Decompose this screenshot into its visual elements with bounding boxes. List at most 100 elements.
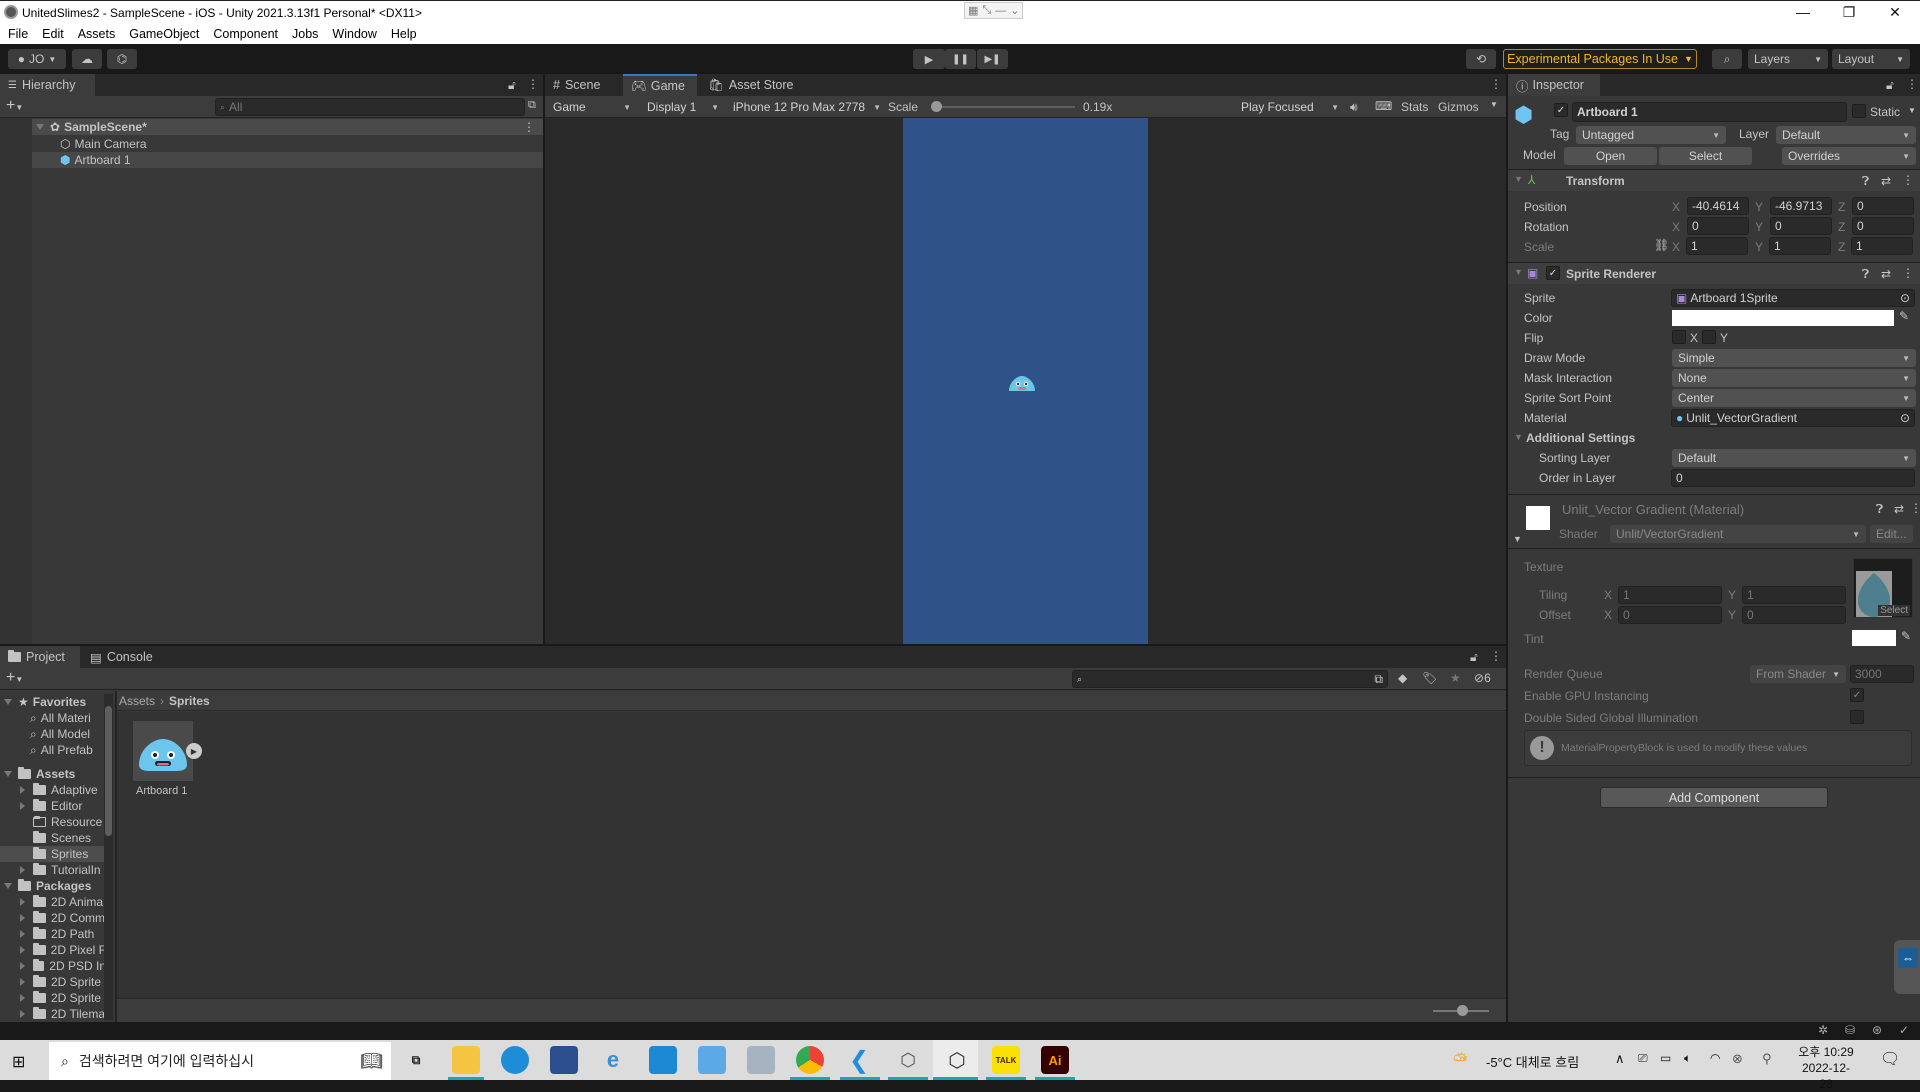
tab-hierarchy[interactable]: ☰ Hierarchy bbox=[0, 74, 95, 96]
material-object-field[interactable]: ● Unlit_VectorGradient ⊙ bbox=[1671, 409, 1915, 427]
favorite-item[interactable]: ⌕ All Materi bbox=[0, 710, 106, 726]
mask-interaction-dropdown[interactable]: None ▼ bbox=[1672, 369, 1916, 387]
sprite-renderer-header[interactable]: ▼ ▣ ✓ Sprite Renderer ❓︎ ⇄ ⋮ bbox=[1508, 262, 1920, 284]
view-mode-dropdown[interactable]: Game ▼ bbox=[547, 98, 637, 116]
static-dropdown-icon[interactable]: ▼ bbox=[1908, 106, 1916, 115]
open-model-button[interactable]: Open bbox=[1564, 147, 1657, 165]
network-error-icon[interactable]: ⊗ bbox=[1732, 1051, 1743, 1067]
menu-help[interactable]: Help bbox=[383, 24, 423, 41]
mail-icon[interactable] bbox=[649, 1046, 677, 1074]
select-model-button[interactable]: Select bbox=[1659, 147, 1752, 165]
lock-icon[interactable]: 🔓︎ bbox=[508, 78, 516, 93]
tab-project[interactable]: Project bbox=[0, 646, 80, 668]
render-queue-dropdown[interactable]: From Shader ▼ bbox=[1750, 665, 1846, 683]
eyedropper-icon[interactable]: ✎ bbox=[1899, 309, 1909, 323]
eyedropper-icon[interactable]: ✎ bbox=[1901, 629, 1911, 643]
offset-y-field[interactable]: 0 bbox=[1742, 606, 1846, 624]
render-queue-field[interactable]: 3000 bbox=[1850, 665, 1914, 683]
favorite-item[interactable]: ⌕ All Model bbox=[0, 726, 106, 742]
sprite-object-field[interactable]: ▣ Artboard 1Sprite ⊙ bbox=[1671, 289, 1915, 307]
package-item[interactable]: 2D Tilema bbox=[0, 1006, 106, 1022]
static-checkbox[interactable] bbox=[1852, 104, 1866, 118]
folder-item[interactable]: Editor bbox=[0, 798, 106, 814]
lock-icon[interactable]: 🔓︎ bbox=[1886, 78, 1894, 93]
filter-by-type-icon[interactable]: ◆ bbox=[1398, 671, 1407, 685]
unity-hub-icon[interactable]: ⬡ bbox=[894, 1046, 922, 1074]
weather-text[interactable]: -5°C 대체로 흐림 bbox=[1486, 1052, 1579, 1071]
hierarchy-scene-row[interactable]: ✿ SampleScene* ⋮ bbox=[32, 119, 543, 135]
tiling-y-field[interactable]: 1 bbox=[1742, 586, 1846, 604]
close-button[interactable]: ✕ bbox=[1872, 1, 1918, 23]
auto-generate-lighting-icon[interactable]: ⊛ bbox=[1872, 1023, 1882, 1037]
collapse-arrow-icon[interactable]: ▼ bbox=[1514, 174, 1523, 184]
play-mode-dropdown[interactable]: Play Focused ▼ bbox=[1235, 98, 1345, 116]
favorite-star-icon[interactable]: ★ bbox=[1450, 671, 1461, 685]
scene-more-icon[interactable]: ⋮ bbox=[523, 120, 535, 134]
unity-editor-icon[interactable]: ⬡ bbox=[943, 1046, 971, 1074]
more-menu-icon[interactable]: ⋮ bbox=[1902, 173, 1914, 187]
scale-slider-track[interactable] bbox=[935, 106, 1075, 108]
layout-dropdown[interactable]: Layout ▼ bbox=[1832, 49, 1910, 69]
color-swatch[interactable] bbox=[1672, 310, 1894, 326]
edge-icon[interactable] bbox=[501, 1046, 529, 1074]
rotation-y-field[interactable]: 0 bbox=[1770, 217, 1832, 235]
collapse-icon[interactable]: ⤡ bbox=[982, 4, 991, 17]
menu-component[interactable]: Component bbox=[205, 24, 284, 41]
package-item[interactable]: 2D Sprite bbox=[0, 974, 106, 990]
gizmos-button[interactable]: Gizmos bbox=[1438, 100, 1479, 114]
create-asset-button[interactable]: +▼ bbox=[6, 669, 23, 687]
project-search-input[interactable]: ⌕ ⧉ bbox=[1072, 670, 1388, 688]
add-object-button[interactable]: +▼ bbox=[6, 97, 23, 115]
transform-header[interactable]: ▼ ⅄ Transform ❓︎ ⇄ ⋮ bbox=[1508, 169, 1920, 191]
menu-file[interactable]: File bbox=[0, 24, 34, 41]
maximize-button[interactable]: ❐ bbox=[1826, 1, 1872, 23]
breadcrumb-sprites[interactable]: Sprites bbox=[169, 694, 210, 708]
flip-y-checkbox[interactable] bbox=[1702, 330, 1716, 344]
additional-settings-foldout[interactable]: Additional Settings bbox=[1526, 431, 1635, 445]
collapse-arrow-icon[interactable]: ▼ bbox=[1514, 267, 1523, 277]
tab-asset-store[interactable]: 🛍︎ Asset Store bbox=[700, 74, 810, 96]
clock[interactable]: 오후 10:29 2022-12-28 bbox=[1796, 1044, 1856, 1092]
tab-game[interactable]: 🎮︎ Game bbox=[623, 74, 697, 96]
wifi-icon[interactable]: ◠ bbox=[1710, 1051, 1720, 1065]
kakaotalk-icon[interactable]: TALK bbox=[992, 1046, 1020, 1074]
help-icon[interactable]: ❓︎ bbox=[1862, 174, 1869, 189]
display-dropdown[interactable]: Display 1 ▼ bbox=[641, 98, 725, 116]
stats-button[interactable]: Stats bbox=[1401, 100, 1428, 114]
file-explorer-icon[interactable] bbox=[452, 1046, 480, 1074]
more-menu-icon[interactable]: ⋮ bbox=[1490, 77, 1502, 91]
package-item[interactable]: 2D Path bbox=[0, 926, 106, 942]
filter-by-label-icon[interactable]: 🏷︎ bbox=[1422, 671, 1437, 685]
scale-y-field[interactable]: 1 bbox=[1769, 237, 1831, 255]
more-menu-icon[interactable]: ⋮ bbox=[1906, 77, 1918, 91]
hierarchy-item-selected[interactable]: ⬢ Artboard 1 bbox=[32, 152, 543, 168]
texture-slot[interactable]: Select bbox=[1853, 558, 1913, 618]
menu-jobs[interactable]: Jobs bbox=[284, 24, 324, 41]
order-in-layer-field[interactable]: 0 bbox=[1671, 469, 1915, 487]
tab-scene[interactable]: # Scene bbox=[545, 74, 623, 96]
minimize-bar-icon[interactable]: — bbox=[995, 5, 1006, 17]
more-menu-icon[interactable]: ⋮ bbox=[1910, 501, 1920, 515]
cache-server-icon[interactable]: ⛁ bbox=[1845, 1023, 1855, 1037]
object-picker-icon[interactable]: ⊙ bbox=[1900, 291, 1910, 305]
experimental-packages-button[interactable]: Experimental Packages In Use ▼ bbox=[1503, 49, 1697, 69]
store-icon[interactable] bbox=[550, 1046, 578, 1074]
chrome-icon[interactable] bbox=[796, 1046, 824, 1074]
volume-icon[interactable]: 🔈︎ bbox=[1684, 1051, 1691, 1066]
more-menu-icon[interactable]: ⋮ bbox=[1490, 649, 1502, 663]
folder-item[interactable]: Scenes bbox=[0, 830, 106, 846]
package-item[interactable]: 2D PSD In bbox=[0, 958, 106, 974]
taskbar-search-box[interactable]: ⌕ 검색하려면 여기에 입력하십시 📖︎ bbox=[49, 1042, 391, 1080]
vscode-icon[interactable]: ❮ bbox=[845, 1046, 873, 1074]
menu-assets[interactable]: Assets bbox=[70, 24, 122, 41]
package-item[interactable]: 2D Sprite bbox=[0, 990, 106, 1006]
favorite-item[interactable]: ⌕ All Prefab bbox=[0, 742, 106, 758]
gpu-instancing-checkbox[interactable]: ✓ bbox=[1850, 688, 1864, 702]
package-item[interactable]: 2D Pixel F bbox=[0, 942, 106, 958]
show-hidden-icons[interactable]: ∧ bbox=[1615, 1051, 1625, 1067]
preset-icon[interactable]: ⇄ bbox=[1881, 174, 1891, 188]
position-y-field[interactable]: -46.9713 bbox=[1770, 197, 1832, 215]
position-x-field[interactable]: -40.4614 bbox=[1687, 197, 1749, 215]
asset-thumb-artboard-1[interactable] bbox=[133, 721, 193, 781]
minimize-button[interactable]: — bbox=[1780, 1, 1826, 23]
